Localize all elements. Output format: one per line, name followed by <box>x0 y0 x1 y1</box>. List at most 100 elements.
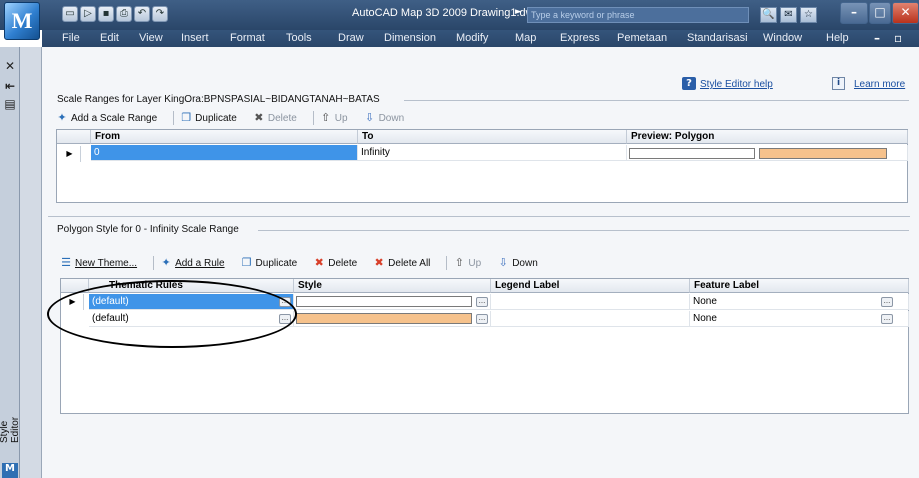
legend-label-cell[interactable] <box>491 311 690 327</box>
undo-icon[interactable]: ↶ <box>134 6 150 22</box>
toolbar-separator <box>153 256 155 270</box>
column-header-preview[interactable]: Preview: Polygon <box>627 130 908 144</box>
menu-file[interactable]: File <box>62 32 80 44</box>
duplicate-icon: ❐ <box>241 257 252 269</box>
preview-fill-swatch <box>759 148 887 159</box>
from-cell[interactable]: 0 <box>91 145 358 161</box>
properties-icon[interactable]: ▤ <box>3 97 17 111</box>
help-icon: ? <box>682 77 696 90</box>
info-icon: i <box>832 77 845 90</box>
autocad-window: M ▭ ▷ ▪ ⎙ ↶ ↷ AutoCAD Map 3D 2009 Drawin… <box>0 0 919 478</box>
close-window-button[interactable]: ✕ <box>892 2 919 24</box>
save-icon[interactable]: ▪ <box>98 6 114 22</box>
open-file-icon[interactable]: ▷ <box>80 6 96 22</box>
outline-style-swatch <box>296 296 472 307</box>
menu-pemetaan[interactable]: Pemetaan <box>617 32 667 44</box>
minimize-button[interactable]: – <box>840 2 868 24</box>
feature-label-button[interactable]: ... <box>881 297 893 307</box>
duplicate-rule-button[interactable]: ❐ Duplicate <box>241 257 298 269</box>
move-rule-up-button[interactable]: ⇧ Up <box>453 257 481 269</box>
search-icon[interactable]: 🔍 <box>760 7 777 23</box>
doc-minimize-button[interactable]: – <box>874 31 880 45</box>
add-scale-range-button[interactable]: ✦ Add a Scale Range <box>56 112 157 124</box>
feature-label-cell[interactable]: None <box>690 294 909 310</box>
menu-modify[interactable]: Modify <box>456 32 488 44</box>
close-palette-icon[interactable]: ✕ <box>3 59 17 73</box>
menu-standarisasi[interactable]: Standarisasi <box>687 32 748 44</box>
style-editor-button[interactable]: ... <box>476 314 488 324</box>
search-arrow-icon: ► <box>515 7 522 17</box>
autohide-icon[interactable]: ⇤ <box>3 79 17 93</box>
polygon-style-title: Polygon Style for 0 - Infinity Scale Ran… <box>57 224 239 235</box>
fill-style-swatch <box>296 313 472 324</box>
new-theme-button[interactable]: ☰ New Theme... <box>60 257 137 269</box>
app-menu-button[interactable]: M <box>4 2 40 40</box>
scale-range-toolbar: ✦ Add a Scale Range ❐ Duplicate ✖ Delete… <box>56 111 420 125</box>
feature-label-button[interactable]: ... <box>881 314 893 324</box>
scale-ranges-title: Scale Ranges for Layer KingOra:BPNSPASIA… <box>57 94 380 105</box>
toolbar-separator <box>312 111 314 125</box>
menu-insert[interactable]: Insert <box>181 32 209 44</box>
grid-corner <box>57 130 91 144</box>
section-divider <box>258 230 909 231</box>
move-range-up-button[interactable]: ⇧ Up <box>320 112 347 124</box>
menu-bar: File Edit View Insert Format Tools Draw … <box>42 30 919 47</box>
arrow-up-icon: ⇧ <box>321 112 331 124</box>
menu-tools[interactable]: Tools <box>286 32 312 44</box>
delete-range-button[interactable]: ✖ Delete <box>253 112 297 124</box>
to-cell[interactable]: Infinity <box>358 145 627 161</box>
delete-rule-button[interactable]: ✖ Delete <box>313 257 358 269</box>
favorites-star-icon[interactable]: ☆ <box>800 7 817 23</box>
row-selector-arrow-icon[interactable]: ▶ <box>59 146 81 162</box>
preview-outline-swatch <box>629 148 755 159</box>
polygon-style-toolbar: ☰ New Theme... ✦ Add a Rule ❐ Duplicate … <box>60 256 554 270</box>
arrow-up-icon: ⇧ <box>454 257 465 269</box>
arrow-down-icon: ⇩ <box>498 257 508 269</box>
column-header-legend-label[interactable]: Legend Label <box>491 279 690 293</box>
menu-window[interactable]: Window <box>763 32 802 44</box>
menu-edit[interactable]: Edit <box>100 32 119 44</box>
redo-icon[interactable]: ↷ <box>152 6 168 22</box>
menu-draw[interactable]: Draw <box>338 32 364 44</box>
search-input[interactable]: Type a keyword or phrase <box>527 7 749 23</box>
delete-all-button[interactable]: ✖ Delete All <box>373 257 431 269</box>
learn-more-link[interactable]: Learn more <box>854 79 905 90</box>
menu-dimension[interactable]: Dimension <box>384 32 436 44</box>
menu-express[interactable]: Express <box>560 32 600 44</box>
title-bar: M ▭ ▷ ▪ ⎙ ↶ ↷ AutoCAD Map 3D 2009 Drawin… <box>0 0 919 40</box>
delete-icon: ✖ <box>254 112 264 124</box>
toolbar-separator <box>173 111 175 125</box>
delete-icon: ✖ <box>314 257 324 269</box>
section-divider <box>404 100 909 101</box>
doc-restore-button[interactable]: ▫ <box>894 31 902 45</box>
new-file-icon[interactable]: ▭ <box>62 6 78 22</box>
add-rule-button[interactable]: ✦ Add a Rule <box>160 257 224 269</box>
column-header-to[interactable]: To <box>358 130 627 144</box>
arrow-down-icon: ⇩ <box>364 112 375 124</box>
menu-help[interactable]: Help <box>826 32 849 44</box>
move-range-down-button[interactable]: ⇩ Down <box>364 112 404 124</box>
annotation-oval <box>47 280 297 348</box>
menu-map[interactable]: Map <box>515 32 536 44</box>
menu-format[interactable]: Format <box>230 32 265 44</box>
duplicate-range-button[interactable]: ❐ Duplicate <box>180 112 237 124</box>
communication-center-icon[interactable]: ✉ <box>780 7 797 23</box>
duplicate-icon: ❐ <box>181 112 192 124</box>
feature-label-cell[interactable]: None <box>690 311 909 327</box>
add-rule-icon: ✦ <box>161 257 171 269</box>
scale-range-grid: From To Preview: Polygon ▶ 0 Infinity <box>56 129 908 203</box>
column-header-from[interactable]: From <box>91 130 358 144</box>
window-title: AutoCAD Map 3D 2009 Drawing1.dwg <box>352 7 540 19</box>
move-rule-down-button[interactable]: ⇩ Down <box>497 257 538 269</box>
column-header-feature-label[interactable]: Feature Label <box>690 279 909 293</box>
toolbar-separator <box>446 256 448 270</box>
panel-divider <box>48 216 910 217</box>
maximize-button[interactable]: □ <box>869 2 891 24</box>
column-header-style[interactable]: Style <box>294 279 491 293</box>
style-editor-button[interactable]: ... <box>476 297 488 307</box>
print-icon[interactable]: ⎙ <box>116 6 132 22</box>
theme-icon: ☰ <box>61 257 71 269</box>
style-editor-help-link[interactable]: Style Editor help <box>700 79 773 90</box>
legend-label-cell[interactable] <box>491 294 690 310</box>
menu-view[interactable]: View <box>139 32 163 44</box>
